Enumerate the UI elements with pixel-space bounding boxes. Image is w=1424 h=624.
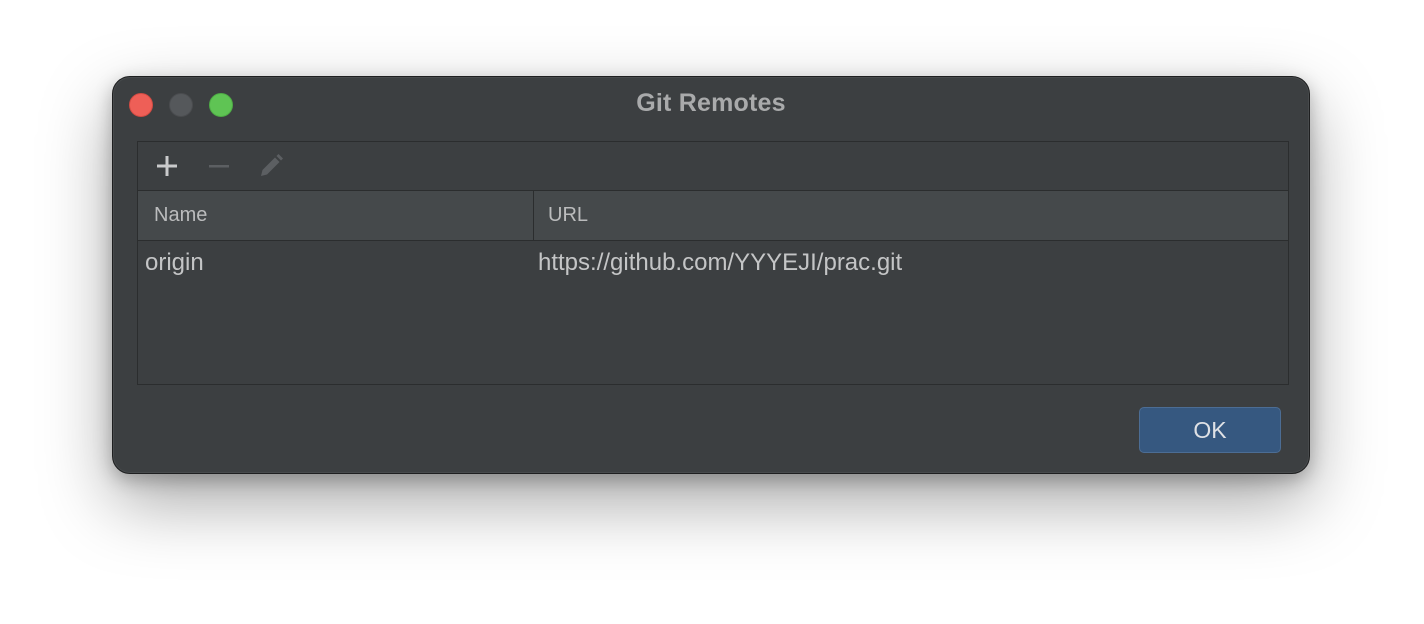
git-remotes-dialog: Git Remotes Name URL origin https://gith… (112, 76, 1310, 474)
dialog-title: Git Remotes (636, 89, 786, 117)
pencil-icon (261, 154, 283, 176)
table-header: Name URL (138, 191, 1288, 241)
minus-icon (209, 165, 229, 168)
edit-remote-button[interactable] (254, 149, 288, 183)
add-remote-button[interactable] (150, 149, 184, 183)
column-header-name[interactable]: Name (138, 191, 534, 240)
plus-icon (157, 156, 177, 176)
ok-button[interactable]: OK (1139, 407, 1281, 453)
column-header-url[interactable]: URL (534, 191, 1288, 240)
remote-url-cell: https://github.com/YYYEJI/prac.git (538, 249, 903, 276)
remotes-toolbar (138, 142, 1288, 191)
table-row[interactable]: origin https://github.com/YYYEJI/prac.gi… (138, 241, 1288, 285)
remote-name-cell: origin (145, 249, 204, 276)
remove-remote-button[interactable] (202, 149, 236, 183)
remotes-panel: Name URL origin https://github.com/YYYEJ… (137, 141, 1289, 385)
